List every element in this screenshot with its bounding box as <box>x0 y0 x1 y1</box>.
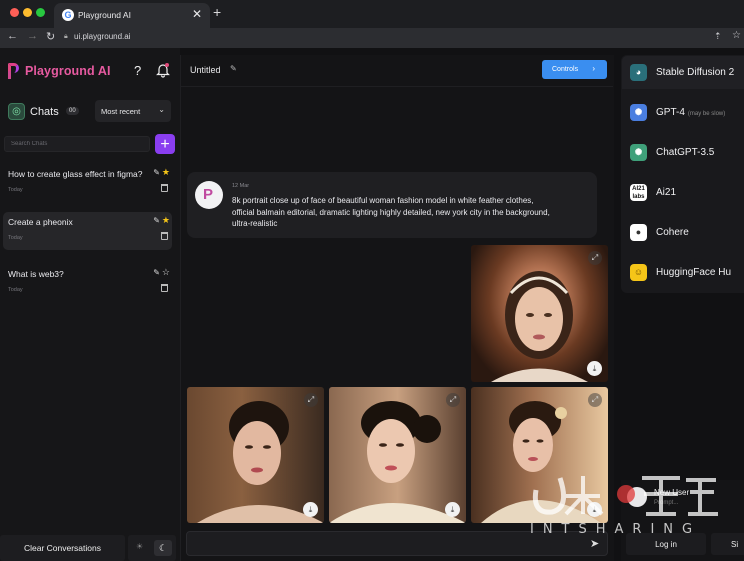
star-icon[interactable]: ★ <box>162 167 170 178</box>
signup-button[interactable]: Si <box>711 533 744 555</box>
notification-bell-icon[interactable] <box>156 62 170 78</box>
help-icon[interactable]: ? <box>134 63 141 78</box>
theme-toggle[interactable]: ☀ ☾ <box>128 535 176 561</box>
sun-icon[interactable]: ☀ <box>136 542 143 551</box>
message-date: 12 Mar <box>232 183 250 189</box>
trash-icon[interactable] <box>161 284 168 292</box>
model-name: Cohere <box>656 227 689 238</box>
back-arrow-icon[interactable]: ← <box>7 30 18 42</box>
message-text: 8k portrait close up of face of beautifu… <box>232 196 550 228</box>
edit-title-icon[interactable]: ✎ <box>230 64 237 73</box>
model-item-stable-diffusion[interactable]: Stable Diffusion 2 <box>656 67 734 78</box>
model-name: Stable Diffusion 2 <box>656 67 735 78</box>
playground-logo-stem <box>8 71 11 79</box>
model-item-gpt-4[interactable]: GPT-4 (may be slow) <box>656 107 725 118</box>
generated-image[interactable]: ⤢ ⤓ <box>329 387 466 523</box>
chat-item-title: What is web3? <box>8 269 64 279</box>
model-item-chatgpt[interactable]: ChatGPT-3.5 <box>656 147 714 158</box>
google-favicon-icon: G <box>62 9 74 21</box>
model-item-cohere[interactable]: Cohere <box>656 227 689 238</box>
tab-title: Playground AI <box>78 10 131 20</box>
clear-conversations-button[interactable]: Clear Conversations <box>0 535 125 561</box>
trash-icon[interactable] <box>161 232 168 240</box>
chat-item-date: Today <box>8 187 23 193</box>
model-name: GPT-4 <box>656 107 685 118</box>
model-note: (may be slow) <box>687 111 726 117</box>
watermark-logo <box>532 476 718 516</box>
edit-icon[interactable]: ✎ <box>153 168 160 177</box>
download-icon[interactable]: ⤓ <box>587 361 602 376</box>
star-outline-icon[interactable]: ☆ <box>162 267 170 278</box>
controls-button[interactable]: Controls › <box>542 60 607 79</box>
model-name: Ai21 <box>656 187 677 198</box>
chats-icon: ◎ <box>8 103 25 120</box>
window-minimize-button[interactable] <box>23 8 32 17</box>
palette-icon: ◕ <box>630 64 647 81</box>
portrait-illustration <box>329 401 466 523</box>
generated-image[interactable]: ⤢ ⤓ <box>187 387 324 523</box>
expand-icon[interactable]: ⤢ <box>588 393 602 407</box>
chat-item-date: Today <box>8 287 23 293</box>
chevron-right-icon: › <box>592 64 595 73</box>
add-chat-button[interactable]: + <box>155 134 175 154</box>
portrait-illustration <box>491 271 588 382</box>
model-list <box>621 55 744 293</box>
sort-select-value: Most recent <box>101 107 141 116</box>
header-divider <box>181 86 613 87</box>
search-chats-input[interactable] <box>4 136 150 152</box>
send-icon[interactable]: ➤ <box>590 537 599 550</box>
model-name: HuggingFace Hu <box>656 267 732 278</box>
edit-icon[interactable]: ✎ <box>153 216 160 225</box>
chevron-down-icon: ⌄ <box>158 105 165 114</box>
star-icon[interactable]: ★ <box>162 215 170 226</box>
share-icon[interactable]: ⇡ <box>714 31 722 42</box>
generated-image[interactable]: ⤢ ⤓ <box>471 245 608 382</box>
cohere-icon: ● <box>630 224 647 241</box>
forward-arrow-icon[interactable]: → <box>27 30 38 42</box>
chat-item-date: Today <box>8 235 23 241</box>
reload-icon[interactable]: ↻ <box>46 30 55 43</box>
hugging-face-icon: ☺ <box>630 264 647 281</box>
browser-tab[interactable]: G Playground AI ✕ <box>54 3 210 28</box>
sidebar <box>0 48 180 561</box>
download-icon[interactable]: ⤓ <box>303 502 318 517</box>
tab-close-icon[interactable]: ✕ <box>192 7 202 21</box>
watermark-text: INTSHARING <box>530 522 702 537</box>
model-item-huggingface[interactable]: HuggingFace Hu <box>656 267 731 278</box>
expand-icon[interactable]: ⤢ <box>304 393 318 407</box>
chat-item-title: Create a pheonix <box>8 217 73 227</box>
portrait-illustration <box>197 401 324 523</box>
chat-item[interactable]: How to create glass effect in figma? ✎ ★… <box>3 164 172 202</box>
chat-item[interactable]: What is web3? ✎ ☆ Today <box>3 264 172 302</box>
trash-icon[interactable] <box>161 184 168 192</box>
page-title[interactable]: Untitled <box>190 65 221 75</box>
playground-logo-icon: P <box>203 186 214 203</box>
bookmark-star-icon[interactable]: ☆ <box>732 30 741 41</box>
model-item-ai21[interactable]: Ai21 <box>656 187 676 198</box>
model-name: ChatGPT-3.5 <box>656 147 715 158</box>
chat-item-title: How to create glass effect in figma? <box>8 169 143 179</box>
chat-item[interactable]: Create a pheonix ✎ ★ Today <box>3 212 172 250</box>
controls-button-label: Controls <box>552 66 579 73</box>
new-tab-icon[interactable]: + <box>213 4 221 20</box>
moon-icon[interactable]: ☾ <box>154 540 172 556</box>
window-close-button[interactable] <box>10 8 19 17</box>
download-icon[interactable]: ⤓ <box>445 502 460 517</box>
lock-icon: 🔒︎ <box>64 33 68 40</box>
expand-icon[interactable]: ⤢ <box>588 251 602 265</box>
openai-icon: ✺ <box>630 144 647 161</box>
sort-select[interactable]: Most recent ⌄ <box>95 100 171 122</box>
brand-name[interactable]: Playground AI <box>25 64 111 78</box>
expand-icon[interactable]: ⤢ <box>446 393 460 407</box>
window-zoom-button[interactable] <box>36 8 45 17</box>
chats-count-badge: 00 <box>66 107 79 115</box>
chats-heading: Chats <box>30 106 59 118</box>
address-bar[interactable]: ui.playground.ai <box>74 32 130 41</box>
avatar: P <box>195 181 223 209</box>
edit-icon[interactable]: ✎ <box>153 268 160 277</box>
ai21-icon: AI21 labs <box>630 184 647 201</box>
openai-icon: ✺ <box>630 104 647 121</box>
